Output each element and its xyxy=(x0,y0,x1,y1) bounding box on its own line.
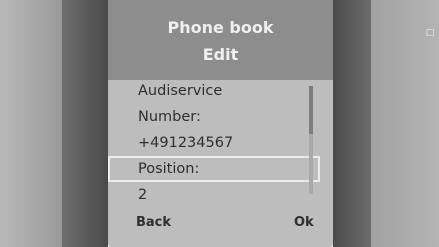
list-item-position-label[interactable]: Position: xyxy=(108,156,320,182)
bezel-right-inner xyxy=(333,0,371,247)
scrollbar-thumb[interactable] xyxy=(309,86,313,134)
ok-softkey[interactable]: Ok xyxy=(294,212,314,234)
bezel-left-inner xyxy=(62,0,108,247)
list-item-number-value[interactable]: +491234567 xyxy=(108,130,320,156)
display-panel: □ Phone book Edit Audiservice Number: +4… xyxy=(0,0,439,247)
list-item-position-value[interactable]: 2 xyxy=(108,182,320,208)
page-title: Phone book xyxy=(167,18,274,37)
side-marker-icon: □ xyxy=(425,28,435,38)
bezel-left-outer xyxy=(0,0,62,247)
list-item-name[interactable]: Audiservice xyxy=(108,78,320,104)
back-softkey[interactable]: Back xyxy=(136,212,171,234)
screen-header: Phone book Edit xyxy=(108,0,333,80)
mmi-screen: Phone book Edit Audiservice Number: +491… xyxy=(108,0,333,247)
list-item-number-label[interactable]: Number: xyxy=(108,104,320,130)
page-subtitle: Edit xyxy=(202,45,239,64)
